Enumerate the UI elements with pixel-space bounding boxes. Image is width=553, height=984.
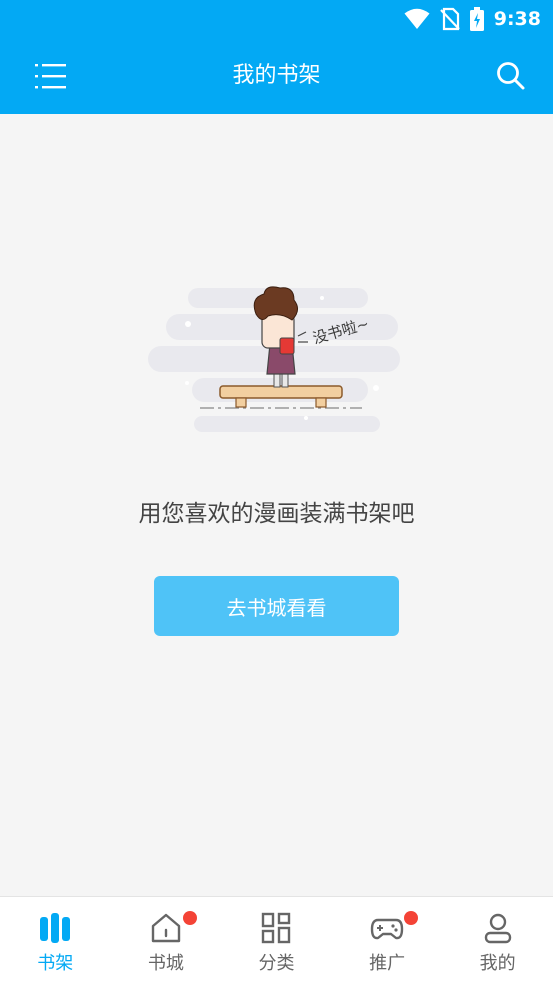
nav-item-category[interactable]: 分类 bbox=[221, 897, 332, 984]
go-to-store-button[interactable]: 去书城看看 bbox=[154, 576, 399, 636]
nav-label: 分类 bbox=[258, 953, 295, 974]
wifi-icon bbox=[404, 8, 430, 29]
nav-label: 书城 bbox=[147, 953, 184, 974]
nav-item-bookshelf[interactable]: 书架 bbox=[0, 897, 111, 984]
notification-badge bbox=[182, 911, 197, 925]
empty-message: 用您喜欢的漫画装满书架吧 bbox=[138, 501, 415, 527]
profile-icon bbox=[484, 913, 511, 944]
status-bar: 9:38 bbox=[0, 0, 553, 38]
no-sim-icon bbox=[439, 7, 460, 31]
home-icon bbox=[151, 913, 181, 943]
search-icon bbox=[497, 62, 525, 90]
page-title: 我的书架 bbox=[232, 63, 321, 88]
nav-label: 书架 bbox=[37, 953, 74, 974]
notification-badge bbox=[404, 911, 419, 925]
nav-item-profile[interactable]: 我的 bbox=[442, 897, 553, 984]
battery-charging-icon bbox=[469, 7, 484, 31]
empty-shelf-illustration: 没书啦~ bbox=[140, 280, 410, 440]
app-bar: 我的书架 bbox=[0, 38, 553, 114]
nav-item-bookstore[interactable]: 书城 bbox=[111, 897, 222, 984]
nav-label: 推广 bbox=[369, 953, 406, 974]
gamepad-icon bbox=[370, 918, 404, 940]
bookshelf-icon bbox=[40, 913, 71, 943]
menu-icon bbox=[35, 64, 66, 89]
category-grid-icon bbox=[262, 912, 291, 944]
search-button[interactable] bbox=[495, 60, 527, 92]
menu-button[interactable] bbox=[34, 60, 68, 92]
status-icons: 9:38 bbox=[404, 6, 541, 32]
status-time: 9:38 bbox=[493, 8, 541, 30]
nav-label: 我的 bbox=[479, 953, 516, 974]
nav-item-promotion[interactable]: 推广 bbox=[332, 897, 443, 984]
bottom-nav: 书架 书城 分类 推广 我的 bbox=[0, 896, 553, 984]
